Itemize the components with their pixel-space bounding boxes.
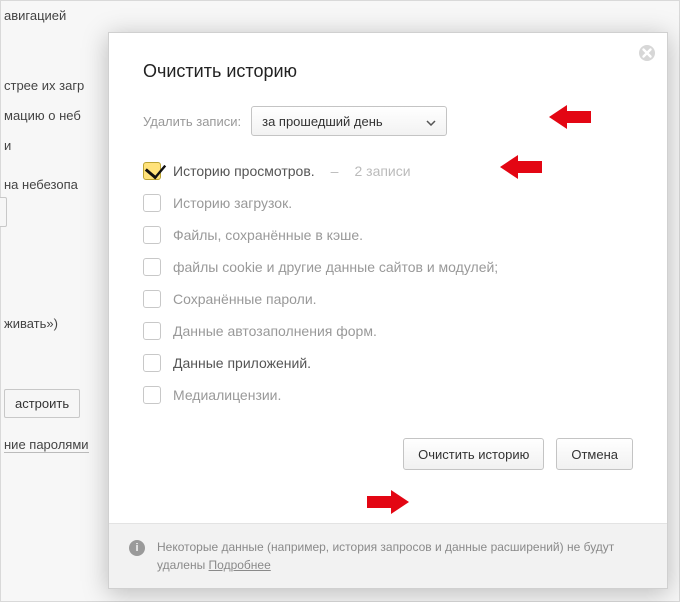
option-label: Данные автозаполнения форм. bbox=[173, 323, 377, 339]
separator: – bbox=[331, 163, 339, 179]
bg-text-unsafe-redirect: на небезопа bbox=[4, 177, 78, 192]
option-download-history[interactable]: Историю загрузок. bbox=[143, 194, 633, 212]
time-range-select[interactable]: за прошедший день bbox=[251, 106, 447, 136]
option-media-licenses[interactable]: Медиалицензии. bbox=[143, 386, 633, 404]
footer-text: Некоторые данные (например, история запр… bbox=[157, 538, 647, 574]
option-cookies[interactable]: файлы cookie и другие данные сайтов и мо… bbox=[143, 258, 633, 276]
cancel-button[interactable]: Отмена bbox=[556, 438, 633, 470]
option-cache[interactable]: Файлы, сохранённые в кэше. bbox=[143, 226, 633, 244]
option-label: Файлы, сохранённые в кэше. bbox=[173, 227, 363, 243]
checkbox-passwords[interactable] bbox=[143, 290, 161, 308]
option-passwords[interactable]: Сохранённые пароли. bbox=[143, 290, 633, 308]
time-range-value: за прошедший день bbox=[262, 114, 383, 129]
option-label: файлы cookie и другие данные сайтов и мо… bbox=[173, 259, 498, 275]
checkbox-app-data[interactable] bbox=[143, 354, 161, 372]
footer-more-link[interactable]: Подробнее bbox=[209, 558, 271, 572]
close-icon[interactable] bbox=[637, 43, 657, 63]
dialog-actions: Очистить историю Отмена bbox=[143, 438, 633, 470]
option-app-data[interactable]: Данные приложений. bbox=[143, 354, 633, 372]
option-browsing-history[interactable]: Историю просмотров. – 2 записи bbox=[143, 162, 633, 180]
bg-text-nav: авигацией bbox=[4, 8, 66, 23]
dialog-title: Очистить историю bbox=[143, 61, 633, 82]
option-label: Данные приложений. bbox=[173, 355, 311, 371]
option-label: Медиалицензии. bbox=[173, 387, 281, 403]
bg-text-track: живать») bbox=[4, 316, 58, 331]
bg-link-passwords[interactable]: ние паролями bbox=[4, 437, 89, 453]
checkbox-autofill[interactable] bbox=[143, 322, 161, 340]
bg-button-configure[interactable]: астроить bbox=[4, 389, 80, 418]
options-list: Историю просмотров. – 2 записи Историю з… bbox=[143, 162, 633, 404]
bg-text-loading: стрее их загр bbox=[4, 78, 84, 93]
option-autofill[interactable]: Данные автозаполнения форм. bbox=[143, 322, 633, 340]
option-count: 2 записи bbox=[354, 163, 410, 179]
info-icon: i bbox=[129, 540, 145, 556]
bg-button-fragment[interactable] bbox=[0, 197, 7, 227]
checkbox-download-history[interactable] bbox=[143, 194, 161, 212]
delete-records-label: Удалить записи: bbox=[143, 114, 241, 129]
option-label: Сохранённые пароли. bbox=[173, 291, 317, 307]
dialog-footer: i Некоторые данные (например, история за… bbox=[109, 523, 667, 588]
bg-text-unsafe-info: мацию о неб bbox=[4, 108, 81, 123]
clear-history-button[interactable]: Очистить историю bbox=[403, 438, 544, 470]
checkbox-media-licenses[interactable] bbox=[143, 386, 161, 404]
checkbox-cache[interactable] bbox=[143, 226, 161, 244]
option-label: Историю просмотров. bbox=[173, 163, 315, 179]
clear-history-dialog: Очистить историю Удалить записи: за прош… bbox=[108, 32, 668, 589]
option-label: Историю загрузок. bbox=[173, 195, 292, 211]
time-range-row: Удалить записи: за прошедший день bbox=[143, 106, 633, 136]
checkbox-browsing-history[interactable] bbox=[143, 162, 161, 180]
checkbox-cookies[interactable] bbox=[143, 258, 161, 276]
chevron-down-icon bbox=[426, 114, 436, 129]
bg-text-single: и bbox=[4, 138, 11, 153]
